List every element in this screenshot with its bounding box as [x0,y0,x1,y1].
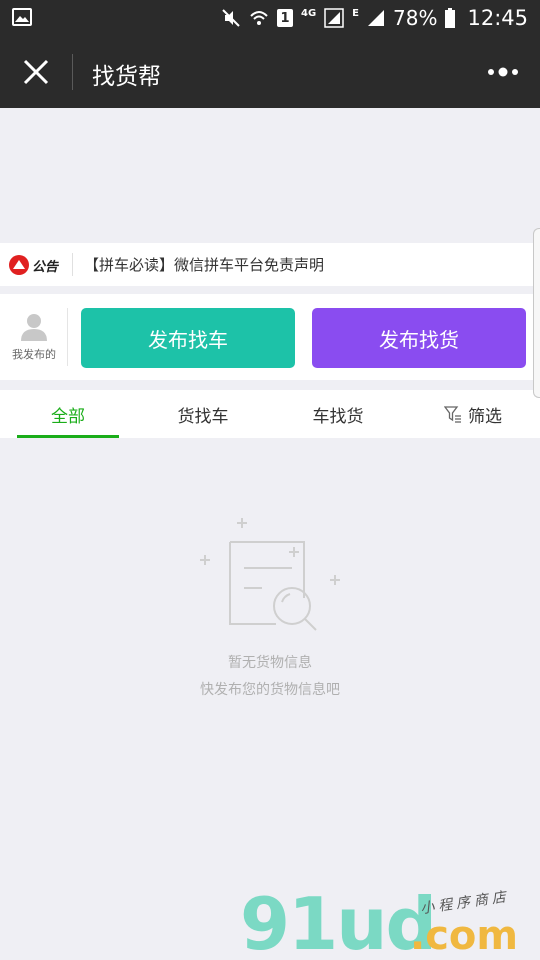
watermark-brand: 91ud [240,882,437,960]
watermark-logo: 91ud .com 小程序商店 [240,888,540,960]
mute-icon [221,8,241,28]
tab-filter[interactable]: 筛选 [422,390,524,438]
empty-state-subtitle: 快发布您的货物信息吧 [200,682,340,698]
my-posts-button[interactable]: 我发布的 [6,312,62,372]
tab-all[interactable]: 全部 [17,390,119,438]
tab-bar: 全部 货找车 车找货 筛选 [0,390,540,438]
tab-cargo-seeks-car[interactable]: 货找车 [152,390,254,438]
sim-badge: 1 [277,9,293,27]
panel-divider [67,308,68,366]
my-posts-label: 我发布的 [12,348,56,361]
battery-icon [445,8,456,28]
announcement-badge-text: 公告 [32,259,59,275]
gallery-icon [12,8,32,30]
tab-filter-label: 筛选 [468,406,502,427]
nav-divider [72,54,73,90]
watermark-suffix: .com [410,913,519,959]
battery-percent: 78% [393,6,438,30]
signal-icon [367,9,385,27]
announcement-text[interactable]: 【拼车必读】微信拼车平台免责声明 [84,254,324,275]
wifi-icon [249,8,269,28]
post-find-car-button[interactable]: 发布找车 [81,308,295,368]
announcement-icon [9,255,29,275]
clock: 12:45 [467,6,528,30]
network-4g-label: 4G [301,8,317,19]
empty-state-illustration [196,512,344,636]
post-find-cargo-button[interactable]: 发布找货 [312,308,526,368]
nav-bar: 找货帮 [0,36,540,108]
announcement-badge: 公告 [9,255,58,275]
close-icon[interactable] [20,56,52,88]
tab-car-seeks-cargo[interactable]: 车找货 [287,390,389,438]
announcement-divider [72,253,73,276]
filter-icon [444,406,461,423]
status-bar: 1 4G E 78% 12:45 [0,0,540,36]
side-drawer-handle[interactable] [533,228,540,398]
signal-boxed-icon [324,8,344,28]
more-options-icon[interactable] [486,62,520,82]
empty-state-title: 暂无货物信息 [228,655,312,671]
announcement-bar[interactable]: 公告 【拼车必读】微信拼车平台免责声明 [0,243,540,286]
action-panel: 我发布的 发布找车 发布找货 [0,294,540,380]
network-e-label: E [352,8,360,19]
page-title: 找货帮 [92,64,161,90]
user-avatar-icon [21,314,47,341]
